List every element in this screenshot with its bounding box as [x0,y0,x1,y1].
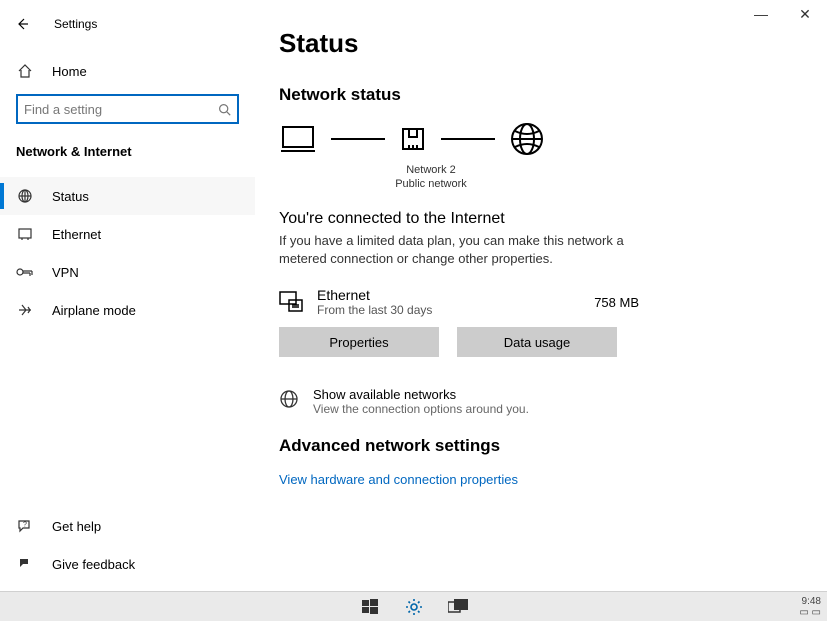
adapter-usage: 758 MB [594,295,639,310]
network-diagram [279,121,803,157]
sidebar: Settings Home Network & Internet [0,0,255,591]
window-close-button[interactable]: ✕ [783,0,827,28]
globe-small-icon [279,389,299,409]
taskbar-settings-button[interactable] [403,596,425,618]
gear-icon [405,598,423,616]
adapter-name: Ethernet [317,287,594,303]
clock: 9:48 [799,596,821,607]
window-title: Settings [54,17,97,31]
home-icon [16,63,34,79]
sidebar-item-home[interactable]: Home [0,52,255,90]
sidebar-item-airplane[interactable]: Airplane mode [0,291,255,329]
globe-icon [509,121,545,157]
connected-heading: You're connected to the Internet [279,210,803,228]
connected-subtext: If you have a limited data plan, you can… [279,232,639,270]
vpn-icon [16,266,34,278]
main-content: Status Network status Network [255,0,827,591]
help-icon: ? [16,518,34,534]
sidebar-item-status[interactable]: Status [0,177,255,215]
back-button[interactable] [8,10,36,38]
taskbar: 9:48 ▭ ▭ [0,591,827,621]
category-heading: Network & Internet [0,138,255,177]
task-view-button[interactable] [447,596,469,618]
status-icon [16,188,34,204]
view-hardware-link[interactable]: View hardware and connection properties [279,472,518,487]
ethernet-icon [16,226,34,242]
available-title: Show available networks [313,387,529,402]
system-tray[interactable]: 9:48 ▭ ▭ [799,592,821,621]
network-type: Public network [371,177,491,191]
computer-icon [279,123,317,155]
sidebar-item-feedback[interactable]: Give feedback [0,545,255,583]
connector-line [441,138,495,140]
data-usage-button[interactable]: Data usage [457,327,617,357]
available-sub: View the connection options around you. [313,402,529,416]
sidebar-item-help[interactable]: ? Get help [0,507,255,545]
properties-button[interactable]: Properties [279,327,439,357]
search-field[interactable] [24,102,218,117]
sidebar-item-label: Home [52,64,87,79]
connector-line [331,138,385,140]
feedback-icon [16,556,34,572]
network-name: Network 2 [371,163,491,177]
sidebar-item-label: Get help [52,519,101,534]
sidebar-item-vpn[interactable]: VPN [0,253,255,291]
svg-text:?: ? [23,522,27,529]
start-button[interactable] [359,596,381,618]
show-available-networks[interactable]: Show available networks View the connect… [279,387,803,416]
task-view-icon [448,599,468,615]
page-title: Status [279,28,803,59]
sidebar-item-ethernet[interactable]: Ethernet [0,215,255,253]
windows-icon [362,599,378,615]
tray-icons: ▭ ▭ [799,607,821,618]
arrow-left-icon [14,16,30,32]
advanced-heading: Advanced network settings [279,436,803,456]
adapter-row: Ethernet From the last 30 days 758 MB [279,287,639,317]
ethernet-adapter-icon [279,291,303,313]
search-icon [218,103,231,116]
sidebar-item-label: Airplane mode [52,303,136,318]
sidebar-item-label: Give feedback [52,557,135,572]
sidebar-item-label: VPN [52,265,79,280]
router-icon [399,125,427,153]
sidebar-item-label: Ethernet [52,227,101,242]
window-minimize-button[interactable]: — [739,0,783,28]
network-status-heading: Network status [279,85,803,105]
diagram-labels: Network 2 Public network [371,163,491,192]
airplane-icon [16,302,34,318]
adapter-period: From the last 30 days [317,303,594,317]
search-input[interactable] [16,94,239,124]
sidebar-item-label: Status [52,189,89,204]
